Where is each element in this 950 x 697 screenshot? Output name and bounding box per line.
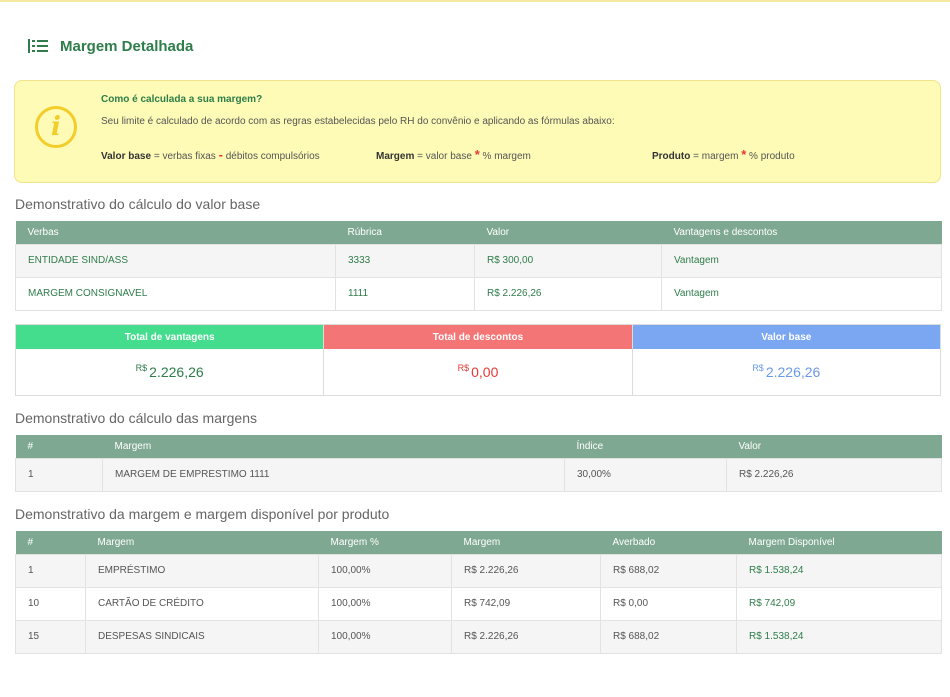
table-row: 15 DESPESAS SINDICAIS 100,00% R$ 2.226,2… bbox=[15, 619, 942, 654]
table-row: ENTIDADE SIND/ASS 3333 R$ 300,00 Vantage… bbox=[15, 243, 942, 278]
cell-rubrica: 1111 bbox=[335, 276, 475, 311]
column-header: Margem bbox=[102, 435, 565, 458]
total-descontos-value: 0,00 bbox=[471, 364, 499, 380]
formula-valor-base: Valor base = verbas fixas - débitos comp… bbox=[101, 147, 320, 162]
section-title-margens: Demonstrativo do cálculo das margens bbox=[15, 410, 258, 426]
cell-disponivel: R$ 1.538,24 bbox=[736, 619, 942, 654]
cell-margem-pct: 100,00% bbox=[318, 553, 452, 588]
cell-valor: R$ 2.226,26 bbox=[474, 276, 662, 311]
column-header: Margem % bbox=[318, 531, 452, 554]
currency-symbol: R$ bbox=[135, 363, 148, 373]
column-header: Verbas bbox=[15, 221, 336, 244]
info-question: Como é calculada a sua margem? bbox=[101, 94, 263, 105]
page-title: Margem Detalhada bbox=[60, 37, 194, 55]
table-header: # Margem Índice Valor bbox=[15, 435, 942, 458]
info-description: Seu limite é calculado de acordo com as … bbox=[101, 116, 615, 127]
currency-symbol: R$ bbox=[457, 363, 470, 373]
cell-margem: R$ 742,09 bbox=[451, 586, 601, 621]
formula-margem: Margem = valor base * % margem bbox=[376, 147, 531, 162]
info-icon: i bbox=[35, 106, 77, 148]
column-header: Vantagens e descontos bbox=[661, 221, 942, 244]
column-header: Índice bbox=[564, 435, 727, 458]
table-row: 10 CARTÃO DE CRÉDITO 100,00% R$ 742,09 R… bbox=[15, 586, 942, 621]
total-vantagens-label: Total de vantagens bbox=[16, 325, 324, 349]
total-vantagens: Total de vantagens R$ 2.226,26 bbox=[16, 325, 325, 395]
cell-averbado: R$ 688,02 bbox=[600, 553, 737, 588]
cell-valor: R$ 300,00 bbox=[474, 243, 662, 278]
cell-tipo: Vantagem bbox=[661, 243, 942, 278]
margens-table: # Margem Índice Valor 1 MARGEM DE EMPRES… bbox=[15, 435, 942, 492]
table-row: 1 EMPRÉSTIMO 100,00% R$ 2.226,26 R$ 688,… bbox=[15, 553, 942, 588]
cell-produto: DESPESAS SINDICAIS bbox=[85, 619, 319, 654]
cell-margem: MARGEM DE EMPRESTIMO 1111 bbox=[102, 457, 565, 492]
valor-base-total: Valor base R$ 2.226,26 bbox=[632, 325, 940, 395]
cell-averbado: R$ 688,02 bbox=[600, 619, 737, 654]
totals-panel: Total de vantagens R$ 2.226,26 Total de d… bbox=[15, 324, 941, 396]
cell-rubrica: 3333 bbox=[335, 243, 475, 278]
top-border bbox=[0, 0, 950, 2]
currency-symbol: R$ bbox=[752, 363, 764, 373]
column-header: Rúbrica bbox=[335, 221, 475, 244]
produtos-table: # Margem Margem % Margem Averbado Margem… bbox=[15, 531, 942, 654]
cell-averbado: R$ 0,00 bbox=[600, 586, 737, 621]
cell-verba: MARGEM CONSIGNAVEL bbox=[15, 276, 336, 311]
column-header: Valor bbox=[474, 221, 662, 244]
cell-margem-pct: 100,00% bbox=[318, 586, 452, 621]
section-title-produto: Demonstrativo da margem e margem disponí… bbox=[15, 506, 390, 522]
cell-index: 1 bbox=[15, 457, 103, 492]
cell-disponivel: R$ 742,09 bbox=[736, 586, 942, 621]
cell-produto: EMPRÉSTIMO bbox=[85, 553, 319, 588]
cell-verba: ENTIDADE SIND/ASS bbox=[15, 243, 336, 278]
cell-index: 10 bbox=[15, 586, 86, 621]
cell-indice: 30,00% bbox=[564, 457, 727, 492]
total-vantagens-value: 2.226,26 bbox=[149, 364, 204, 380]
table-header: # Margem Margem % Margem Averbado Margem… bbox=[15, 531, 942, 554]
total-descontos-label: Total de descontos bbox=[324, 325, 632, 349]
info-box: i Como é calculada a sua margem? Seu lim… bbox=[14, 80, 941, 183]
column-header: Valor bbox=[726, 435, 942, 458]
page-header: Margem Detalhada bbox=[28, 36, 193, 56]
cell-margem: R$ 2.226,26 bbox=[451, 619, 601, 654]
column-header: Margem bbox=[85, 531, 319, 554]
column-header: Margem Disponível bbox=[736, 531, 942, 554]
valor-base-value: 2.226,26 bbox=[765, 364, 821, 380]
column-header: Averbado bbox=[600, 531, 737, 554]
formula-produto: Produto = margem * % produto bbox=[652, 147, 795, 162]
table-row: MARGEM CONSIGNAVEL 1111 R$ 2.226,26 Vant… bbox=[15, 276, 942, 311]
cell-disponivel: R$ 1.538,24 bbox=[736, 553, 942, 588]
cell-index: 15 bbox=[15, 619, 86, 654]
column-header: # bbox=[15, 531, 86, 554]
cell-valor: R$ 2.226,26 bbox=[726, 457, 942, 492]
column-header: # bbox=[15, 435, 103, 458]
total-descontos: Total de descontos R$ 0,00 bbox=[324, 325, 633, 395]
table-row: 1 MARGEM DE EMPRESTIMO 1111 30,00% R$ 2.… bbox=[15, 457, 942, 492]
cell-margem-pct: 100,00% bbox=[318, 619, 452, 654]
cell-index: 1 bbox=[15, 553, 86, 588]
cell-tipo: Vantagem bbox=[661, 276, 942, 311]
cell-margem: R$ 2.226,26 bbox=[451, 553, 601, 588]
column-header: Margem bbox=[451, 531, 601, 554]
section-title-valor-base: Demonstrativo do cálculo do valor base bbox=[15, 196, 261, 212]
cell-produto: CARTÃO DE CRÉDITO bbox=[85, 586, 319, 621]
list-icon bbox=[28, 39, 48, 53]
table-header: Verbas Rúbrica Valor Vantagens e descont… bbox=[15, 221, 942, 244]
valor-base-label: Valor base bbox=[632, 325, 940, 349]
valor-base-table: Verbas Rúbrica Valor Vantagens e descont… bbox=[15, 221, 942, 311]
